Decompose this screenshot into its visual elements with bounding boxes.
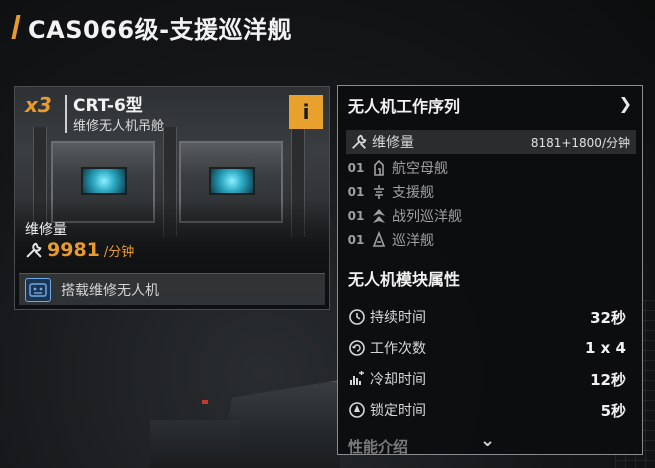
drone-face-icon [25, 277, 51, 302]
attribute-value: 1 x 4 [585, 339, 626, 357]
attribute-label: 持续时间 [370, 310, 426, 326]
support-icon [370, 183, 388, 201]
cycle-icon [348, 339, 366, 357]
sequence-label: 航空母舰 [392, 161, 448, 177]
attribute-label: 冷却时间 [370, 372, 426, 388]
wrench-icon [26, 242, 42, 258]
sequence-priority: 01 [347, 161, 365, 175]
repair-amount-value: 9981 [47, 239, 100, 261]
repair-amount-row: 9981 /分钟 [25, 239, 134, 261]
performance-title: 性能介绍 [348, 438, 409, 455]
drone-info-panel: 无人机工作序列 ❯ 维修量 8181+1800/分钟 01 航空母舰 01 支援… [337, 85, 643, 455]
attribute-value: 32秒 [590, 308, 626, 327]
sequence-label: 巡洋舰 [392, 233, 434, 249]
attribute-lock-time: 锁定时间 5秒 [348, 397, 632, 423]
module-name: CRT-6型 [73, 96, 143, 116]
attribute-duration: 持续时间 32秒 [348, 304, 632, 330]
title-accent-bar [11, 15, 21, 39]
sequence-item-support[interactable]: 01 支援舰 [346, 180, 636, 204]
module-card[interactable]: x3 CRT-6型 维修无人机吊舱 i 维修量 9981 /分钟 搭载维修无人机 [14, 86, 330, 310]
sequence-priority: 01 [347, 233, 365, 247]
page-header: CAS066级-支援巡洋舰 [11, 12, 293, 44]
module-quantity: x3 [25, 93, 52, 117]
panel-title: 无人机工作序列 [348, 97, 461, 116]
repair-amount-label: 维修量 [25, 222, 67, 238]
module-subtitle: 维修无人机吊舱 [73, 119, 165, 134]
sequence-label: 维修量 [372, 135, 414, 151]
cruiser-icon [370, 230, 388, 249]
clock-icon [348, 308, 366, 326]
page-title: CAS066级-支援巡洋舰 [28, 15, 293, 44]
carrier-icon [370, 159, 388, 177]
attributes-title: 无人机模块属性 [348, 270, 461, 289]
background-ship-hull [150, 420, 240, 468]
sequence-value: 8181+1800/分钟 [530, 135, 630, 150]
sequence-label: 战列巡洋舰 [392, 209, 462, 225]
cooldown-icon [348, 370, 366, 388]
chevron-right-icon[interactable]: ❯ [619, 94, 632, 113]
chevron-down-icon[interactable]: ⌄ [480, 430, 495, 451]
sequence-item-repair[interactable]: 维修量 8181+1800/分钟 [346, 130, 636, 154]
sequence-item-carrier[interactable]: 01 航空母舰 [346, 156, 636, 180]
sequence-priority: 01 [347, 209, 365, 223]
attribute-label: 锁定时间 [370, 403, 426, 419]
info-button[interactable]: i [289, 95, 323, 129]
attribute-cycles: 工作次数 1 x 4 [348, 335, 632, 361]
attribute-value: 5秒 [600, 401, 626, 420]
battlecruiser-icon [370, 207, 388, 225]
attribute-value: 12秒 [590, 370, 626, 389]
background-light [202, 400, 208, 404]
wrench-icon [350, 133, 368, 151]
sequence-priority: 01 [347, 185, 365, 199]
sequence-label: 支援舰 [392, 185, 434, 201]
attribute-label: 工作次数 [370, 341, 426, 357]
attribute-cooldown: 冷却时间 12秒 [348, 366, 632, 392]
panel-header[interactable]: 无人机工作序列 ❯ [338, 86, 642, 124]
repair-amount-unit: /分钟 [103, 244, 135, 260]
sequence-item-battlecruiser[interactable]: 01 战列巡洋舰 [346, 204, 636, 228]
module-tag: 搭载维修无人机 [19, 273, 325, 305]
lock-target-icon [348, 401, 366, 419]
name-divider [65, 95, 67, 133]
sequence-item-cruiser[interactable]: 01 巡洋舰 [346, 228, 636, 252]
module-tag-label: 搭载维修无人机 [61, 282, 159, 299]
